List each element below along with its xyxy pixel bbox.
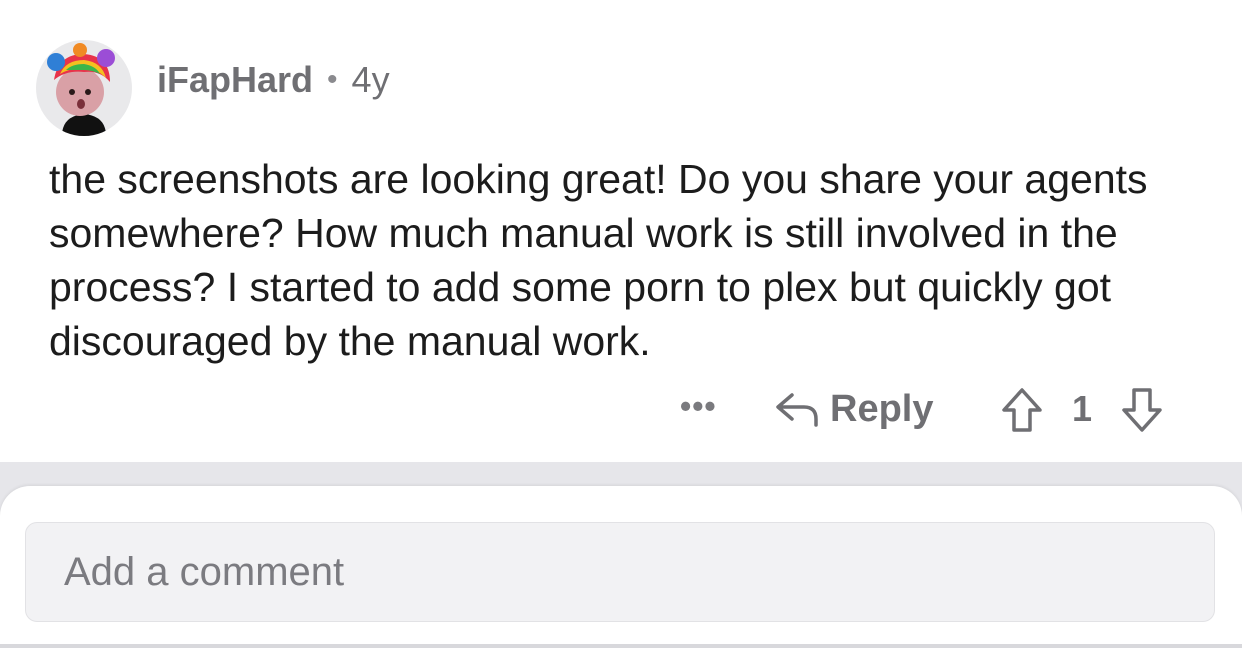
reply-button[interactable]: Reply [774, 384, 933, 434]
reply-arrow-icon [776, 393, 818, 427]
username[interactable]: iFapHard [157, 59, 313, 101]
comment-body: the screenshots are looking great! Do yo… [49, 156, 1148, 364]
meta-separator: • [327, 63, 338, 96]
more-options-button[interactable]: ••• [680, 388, 717, 425]
comment-age: 4y [351, 59, 390, 100]
user-avatar[interactable] [36, 40, 132, 136]
downvote-arrow-icon[interactable] [1118, 386, 1166, 434]
comment-card: iFapHard • 4y the screenshots are lookin… [0, 0, 1242, 462]
avatar-icon [47, 43, 115, 136]
vote-score: 1 [1072, 388, 1093, 429]
comment-actions: ••• Reply 1 [670, 384, 1190, 434]
add-comment-input[interactable] [25, 522, 1215, 622]
comment-composer [0, 486, 1242, 648]
reply-label: Reply [830, 387, 934, 430]
upvote-arrow-icon[interactable] [998, 386, 1046, 434]
comment-meta: iFapHard • 4y [157, 58, 390, 102]
bottom-border [0, 644, 1242, 648]
